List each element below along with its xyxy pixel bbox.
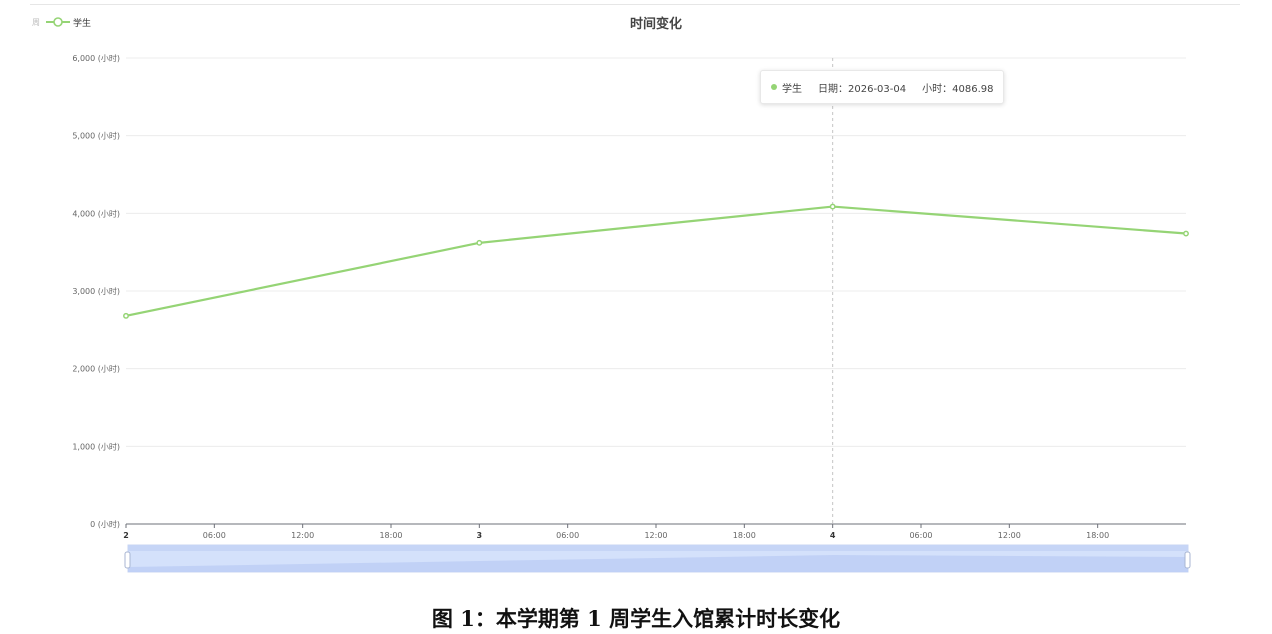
- datazoom-right-handle: [1184, 551, 1191, 569]
- y-tick-label: 1,000 (小时): [72, 441, 120, 451]
- data-point: [1183, 230, 1189, 237]
- series-line-student: [125, 205, 1187, 317]
- data-point: [123, 312, 129, 319]
- x-tick-label: 06:00: [909, 531, 932, 540]
- x-tick-label: 4: [830, 531, 836, 540]
- y-tick-label: 0 (小时): [90, 519, 120, 529]
- x-tick-label: 18:00: [1086, 531, 1109, 540]
- chart-title: 时间变化: [630, 16, 682, 32]
- x-tick-label: 2: [123, 531, 129, 540]
- tooltip: 学生 日期：2026-03-04 小时：4086.98: [760, 70, 1005, 104]
- tooltip-date: 日期：2026-03-04: [818, 83, 907, 95]
- x-tick-label: 3: [477, 531, 483, 540]
- x-tick-label: 18:00: [733, 531, 756, 540]
- y-tick-label: 2,000 (小时): [72, 364, 120, 374]
- data-point: [829, 203, 836, 210]
- x-tick-label: 12:00: [291, 531, 314, 540]
- tooltip-value: 小时：4086.98: [922, 83, 994, 95]
- y-tick-label: 3,000 (小时): [72, 286, 120, 296]
- x-tick-label: 18:00: [379, 531, 402, 540]
- figure-caption: 图 1：本学期第 1 周学生入馆累计时长变化: [431, 606, 841, 631]
- datazoom-left-handle: [124, 551, 131, 569]
- x-tick-label: 12:00: [998, 531, 1021, 540]
- x-tick-label: 06:00: [203, 531, 226, 540]
- line-chart: 时间变化 0 (小时) 1,000 (小时) 2,000 (小时) 3,000 (小时)…: [72, 16, 1191, 573]
- tooltip-series-name: 学生: [782, 83, 802, 95]
- datazoom-top-bar: [128, 545, 1188, 551]
- y-tick-label: 6,000 (小时): [72, 53, 120, 63]
- y-tick-label: 5,000 (小时): [72, 131, 120, 141]
- x-tick-label: 12:00: [644, 531, 667, 540]
- tooltip-series-dot: [771, 84, 777, 90]
- x-tick-label: 06:00: [556, 531, 579, 540]
- data-point: [476, 239, 483, 246]
- y-tick-label: 4,000 (小时): [72, 208, 120, 218]
